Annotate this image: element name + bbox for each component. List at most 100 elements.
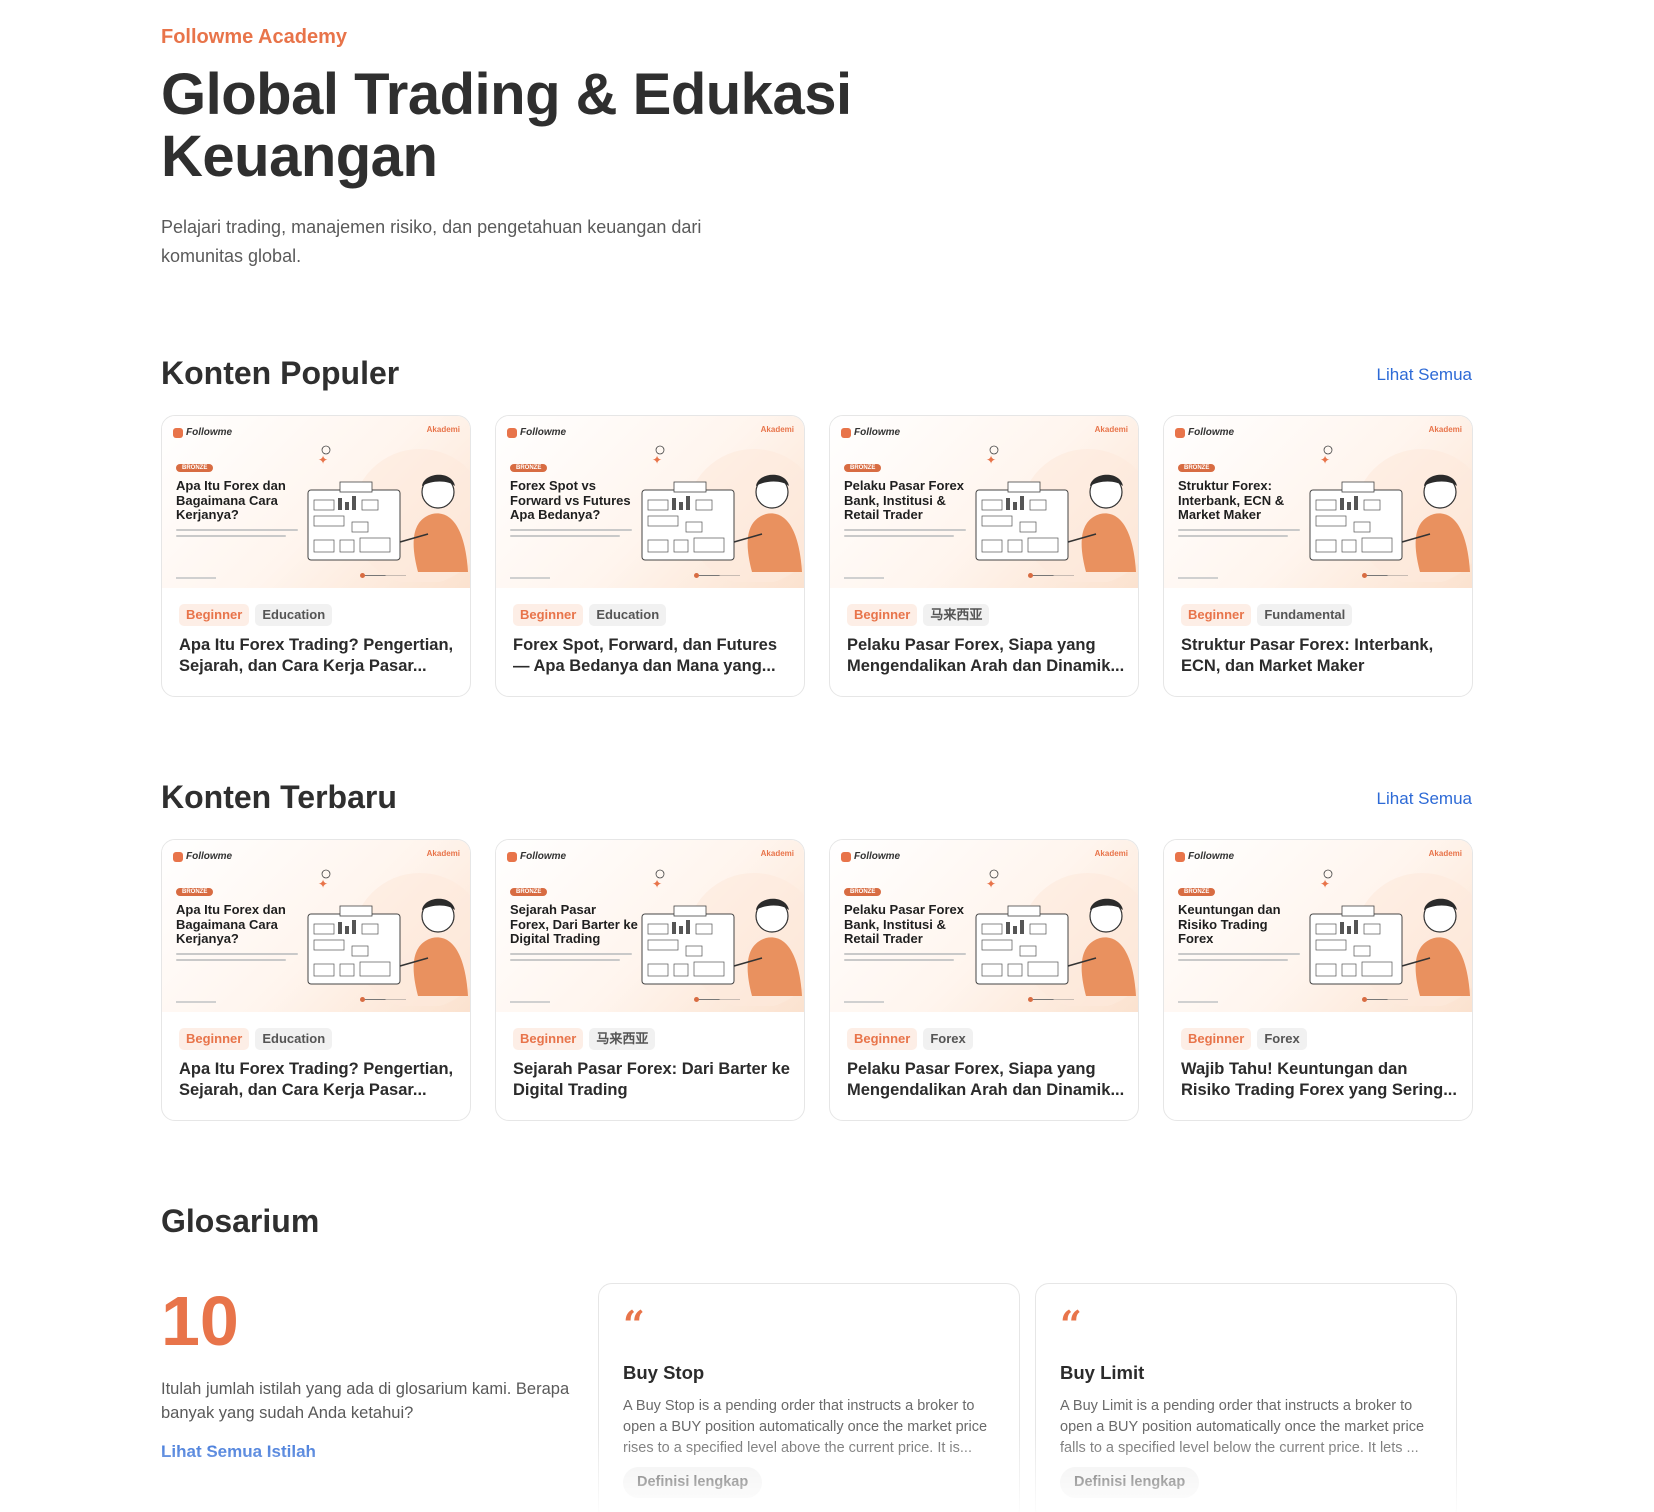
see-all-terms-link[interactable]: Lihat Semua Istilah bbox=[161, 1442, 316, 1462]
followme-logo: Followme bbox=[507, 851, 566, 862]
category-tag[interactable]: Education bbox=[255, 1028, 333, 1050]
thumbnail-badge: BRONZE bbox=[176, 888, 214, 896]
trader-illustration-icon: ✦ bbox=[307, 869, 470, 1006]
thumbnail-text-line bbox=[1178, 529, 1300, 531]
category-tag[interactable]: Education bbox=[255, 604, 333, 626]
card-thumbnail: Followme Akademi BRONZE Forex Spot vs Fo… bbox=[496, 416, 804, 588]
thumbnail-text-line bbox=[510, 959, 620, 961]
logo-mark-icon bbox=[173, 427, 183, 438]
thumbnail-title: Pelaku Pasar Forex Bank, Institusi & Ret… bbox=[844, 902, 964, 946]
content-card[interactable]: Followme Akademi BRONZE Struktur Forex: … bbox=[1163, 415, 1473, 697]
thumbnail-akademi-label: Akademi bbox=[760, 849, 794, 858]
content-card[interactable]: Followme Akademi BRONZE Apa Itu Forex da… bbox=[161, 415, 471, 697]
logo-mark-icon bbox=[507, 851, 517, 862]
level-tag[interactable]: Beginner bbox=[179, 604, 250, 626]
thumbnail-akademi-label: Akademi bbox=[1094, 425, 1128, 434]
thumbnail-badge: BRONZE bbox=[510, 888, 548, 896]
thumbnail-text-line bbox=[176, 953, 298, 955]
thumbnail-footer bbox=[510, 577, 550, 579]
card-thumbnail: Followme Akademi BRONZE Keuntungan dan R… bbox=[1164, 840, 1472, 1012]
logo-mark-icon bbox=[841, 427, 851, 438]
thumbnail-footer bbox=[510, 1001, 550, 1003]
logo-text: Followme bbox=[1188, 851, 1235, 862]
card-tags: Beginner Forex bbox=[847, 1028, 973, 1050]
category-tag[interactable]: 马来西亚 bbox=[923, 604, 990, 626]
glossary-term: Buy Limit bbox=[1060, 1362, 1145, 1383]
logo-mark-icon bbox=[1175, 427, 1185, 438]
card-title[interactable]: Sejarah Pasar Forex: Dari Barter ke Digi… bbox=[513, 1059, 793, 1103]
level-tag[interactable]: Beginner bbox=[1181, 604, 1252, 626]
full-definition-button[interactable]: Definisi lengkap bbox=[623, 1467, 763, 1498]
logo-text: Followme bbox=[520, 427, 567, 438]
card-title[interactable]: Pelaku Pasar Forex, Siapa yang Mengendal… bbox=[847, 1059, 1127, 1103]
glossary-card[interactable]: “ Buy Stop A Buy Stop is a pending order… bbox=[598, 1283, 1020, 1512]
card-title[interactable]: Apa Itu Forex Trading? Pengertian, Sejar… bbox=[179, 635, 459, 679]
content-card[interactable]: Followme Akademi BRONZE Keuntungan dan R… bbox=[1163, 839, 1473, 1121]
thumbnail-text-line bbox=[176, 959, 286, 961]
level-tag[interactable]: Beginner bbox=[847, 1028, 918, 1050]
category-tag[interactable]: Education bbox=[589, 604, 667, 626]
popular-cards: Followme Akademi BRONZE Apa Itu Forex da… bbox=[161, 415, 1473, 697]
trader-illustration-icon: ✦ bbox=[1309, 445, 1472, 582]
card-tags: Beginner Fundamental bbox=[1181, 604, 1353, 626]
logo-mark-icon bbox=[507, 427, 517, 438]
glossary-term: Buy Stop bbox=[623, 1362, 705, 1383]
thumbnail-title: Pelaku Pasar Forex Bank, Institusi & Ret… bbox=[844, 478, 964, 522]
thumbnail-badge: BRONZE bbox=[1178, 888, 1216, 896]
thumbnail-akademi-label: Akademi bbox=[1428, 849, 1462, 858]
thumbnail-title: Apa Itu Forex dan Bagaimana Cara Kerjany… bbox=[176, 478, 286, 522]
card-tags: Beginner Forex bbox=[1181, 1028, 1307, 1050]
thumbnail-text-line bbox=[510, 529, 632, 531]
thumbnail-text-line bbox=[844, 529, 966, 531]
content-card[interactable]: Followme Akademi BRONZE Sejarah Pasar Fo… bbox=[495, 839, 805, 1121]
quote-icon: “ bbox=[623, 1302, 645, 1347]
content-card[interactable]: Followme Akademi BRONZE Pelaku Pasar For… bbox=[829, 839, 1139, 1121]
page-title: Global Trading & Edukasi Keuangan bbox=[161, 62, 852, 189]
followme-logo: Followme bbox=[1175, 427, 1234, 438]
thumbnail-text-line bbox=[1178, 953, 1300, 955]
card-title[interactable]: Wajib Tahu! Keuntungan dan Risiko Tradin… bbox=[1181, 1059, 1461, 1103]
thumbnail-text-line bbox=[844, 953, 966, 955]
level-tag[interactable]: Beginner bbox=[179, 1028, 250, 1050]
full-definition-button[interactable]: Definisi lengkap bbox=[1060, 1467, 1200, 1498]
glossary-definition: A Buy Limit is a pending order that inst… bbox=[1060, 1398, 1425, 1456]
svg-text:✦: ✦ bbox=[318, 877, 328, 891]
category-tag[interactable]: 马来西亚 bbox=[589, 1028, 656, 1050]
content-card[interactable]: Followme Akademi BRONZE Pelaku Pasar For… bbox=[829, 415, 1139, 697]
card-title[interactable]: Struktur Pasar Forex: Interbank, ECN, da… bbox=[1181, 635, 1461, 679]
card-title[interactable]: Pelaku Pasar Forex, Siapa yang Mengendal… bbox=[847, 635, 1127, 679]
category-tag[interactable]: Forex bbox=[1257, 1028, 1307, 1050]
content-card[interactable]: Followme Akademi BRONZE Forex Spot vs Fo… bbox=[495, 415, 805, 697]
logo-text: Followme bbox=[854, 851, 901, 862]
card-tags: Beginner Education bbox=[179, 604, 333, 626]
card-thumbnail: Followme Akademi BRONZE Struktur Forex: … bbox=[1164, 416, 1472, 588]
level-tag[interactable]: Beginner bbox=[847, 604, 918, 626]
thumbnail-text-line bbox=[1178, 959, 1288, 961]
popular-section: Konten Populer Lihat Semua Followme Akad… bbox=[161, 355, 1473, 697]
card-tags: Beginner Education bbox=[179, 1028, 333, 1050]
level-tag[interactable]: Beginner bbox=[513, 604, 584, 626]
thumbnail-akademi-label: Akademi bbox=[426, 425, 460, 434]
see-all-popular-link[interactable]: Lihat Semua bbox=[1377, 365, 1472, 385]
thumbnail-footer bbox=[176, 1001, 216, 1003]
brand-eyebrow[interactable]: Followme Academy bbox=[161, 26, 347, 49]
see-all-latest-link[interactable]: Lihat Semua bbox=[1377, 789, 1472, 809]
glossary-card[interactable]: “ Buy Limit A Buy Limit is a pending ord… bbox=[1035, 1283, 1457, 1512]
trader-illustration-icon: ✦ bbox=[975, 869, 1138, 1006]
category-tag[interactable]: Forex bbox=[923, 1028, 973, 1050]
content-card[interactable]: Followme Akademi BRONZE Apa Itu Forex da… bbox=[161, 839, 471, 1121]
card-thumbnail: Followme Akademi BRONZE Pelaku Pasar For… bbox=[830, 840, 1138, 1012]
level-tag[interactable]: Beginner bbox=[1181, 1028, 1252, 1050]
card-tags: Beginner 马来西亚 bbox=[513, 1028, 656, 1050]
logo-mark-icon bbox=[173, 851, 183, 862]
category-tag[interactable]: Fundamental bbox=[1257, 604, 1353, 626]
level-tag[interactable]: Beginner bbox=[513, 1028, 584, 1050]
page-subtitle: Pelajari trading, manajemen risiko, dan … bbox=[161, 217, 702, 266]
thumbnail-akademi-label: Akademi bbox=[426, 849, 460, 858]
card-title[interactable]: Forex Spot, Forward, dan Futures — Apa B… bbox=[513, 635, 793, 679]
trader-illustration-icon: ✦ bbox=[307, 445, 470, 582]
logo-text: Followme bbox=[186, 851, 233, 862]
card-title[interactable]: Apa Itu Forex Trading? Pengertian, Sejar… bbox=[179, 1059, 459, 1103]
followme-logo: Followme bbox=[173, 427, 232, 438]
thumbnail-text-line bbox=[844, 535, 954, 537]
